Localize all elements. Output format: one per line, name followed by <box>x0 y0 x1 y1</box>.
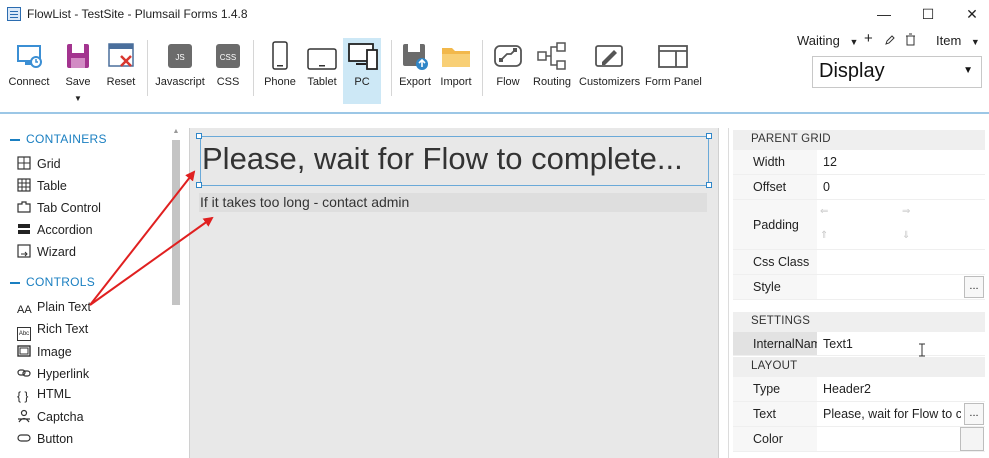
prop-type-value[interactable]: Header2 <box>823 377 985 401</box>
padding-bottom-arrow-icon[interactable]: ⇓ <box>902 230 910 241</box>
text-editor-button[interactable]: ... <box>964 403 984 425</box>
padding-left-arrow-icon[interactable]: ⇐ <box>820 206 828 217</box>
prop-padding[interactable]: Padding <box>733 200 985 250</box>
prop-color[interactable]: Color <box>733 427 985 452</box>
prop-text-value[interactable]: Please, wait for Flow to complete... <box>823 402 961 426</box>
text-cursor-icon <box>919 343 925 357</box>
padding-right-arrow-icon[interactable]: ⇒ <box>902 206 910 217</box>
prop-css-class-value[interactable] <box>823 250 985 274</box>
prop-internal-name[interactable]: InternalName Text1 <box>733 332 985 356</box>
layout-header: LAYOUT <box>733 357 985 377</box>
panel-divider <box>728 128 729 458</box>
prop-width-value[interactable]: 12 <box>823 150 985 174</box>
prop-text[interactable]: Text Please, wait for Flow to complete..… <box>733 402 985 427</box>
color-picker-swatch[interactable] <box>960 427 984 451</box>
padding-top-arrow-icon[interactable]: ⇑ <box>820 230 828 241</box>
settings-header: SETTINGS <box>733 312 985 332</box>
prop-type[interactable]: Type Header2 <box>733 377 985 402</box>
prop-offset-value[interactable]: 0 <box>823 175 985 199</box>
prop-internal-name-value[interactable]: Text1 <box>823 332 985 355</box>
prop-offset[interactable]: Offset 0 <box>733 175 985 200</box>
prop-style[interactable]: Style ... <box>733 275 985 300</box>
prop-style-value[interactable] <box>823 275 985 299</box>
arrow-to-header <box>89 170 196 306</box>
prop-css-class[interactable]: Css Class <box>733 250 985 275</box>
style-editor-button[interactable]: ... <box>964 276 984 298</box>
parent-grid-header: PARENT GRID <box>733 130 985 150</box>
arrow-to-subtext <box>89 216 214 306</box>
prop-width[interactable]: Width 12 <box>733 150 985 175</box>
